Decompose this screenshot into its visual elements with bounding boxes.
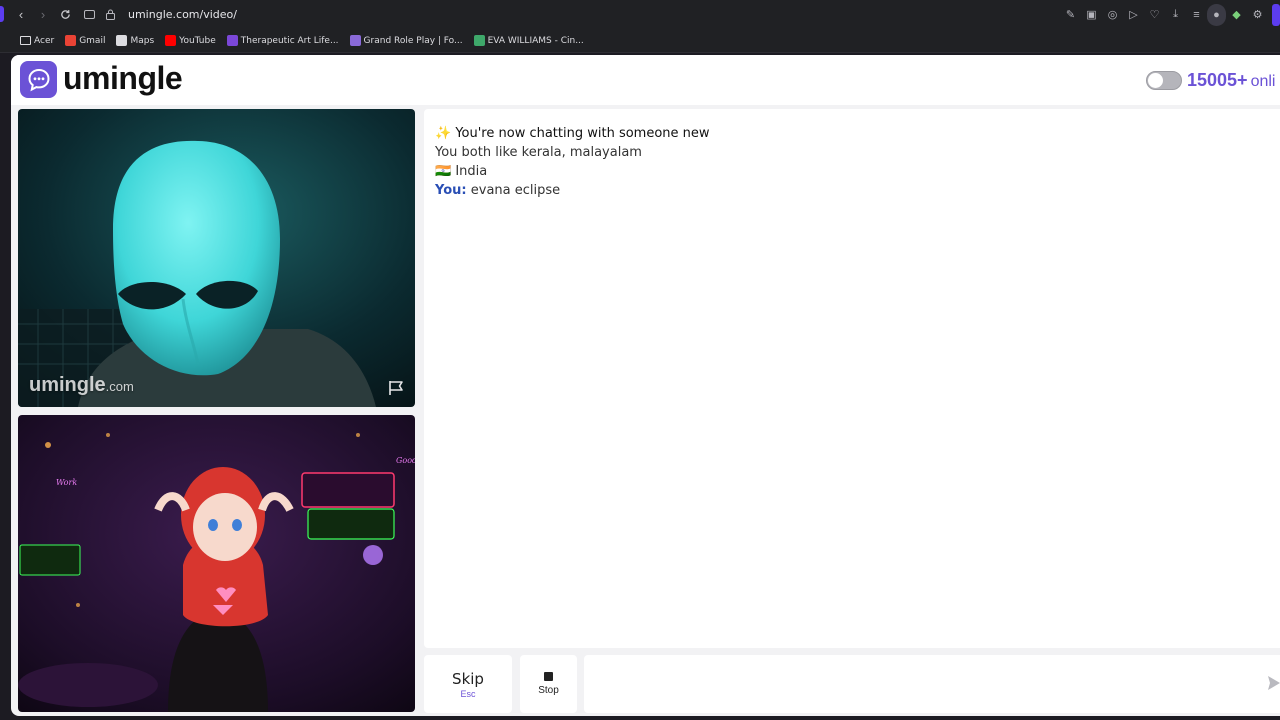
- site-icon: [226, 35, 238, 46]
- toggle-knob: [1148, 73, 1163, 88]
- toolbar-actions: ✎ ▣ ◎ ▷ ♡ ⤓ ≡ ● ◆ ⚙: [1060, 0, 1280, 29]
- bookmark-label: Maps: [130, 35, 155, 46]
- you-label: You:: [435, 183, 467, 198]
- back-button[interactable]: ‹: [10, 4, 32, 26]
- stop-icon: [544, 672, 553, 681]
- report-flag-icon[interactable]: [387, 379, 407, 397]
- edit-icon[interactable]: ✎: [1060, 4, 1081, 26]
- system-message: ✨ You're now chatting with someone new: [435, 124, 1273, 143]
- address-bar[interactable]: umingle.com/video/: [80, 4, 237, 26]
- bookmark-item[interactable]: EVA WILLIAMS - Cin...: [473, 35, 584, 46]
- bookmark-label: Therapeutic Art Life...: [240, 35, 339, 46]
- skip-button[interactable]: Skip Esc: [424, 655, 512, 713]
- theme-toggle[interactable]: [1146, 71, 1182, 90]
- url-text[interactable]: umingle.com/video/: [128, 8, 237, 21]
- heart-icon[interactable]: ♡: [1144, 4, 1165, 26]
- site-header: umingle 15005+ onli: [11, 55, 1280, 105]
- stop-label: Stop: [538, 685, 559, 696]
- india-flag-icon: 🇮🇳: [435, 164, 452, 179]
- country-text: India: [455, 164, 488, 179]
- forward-button[interactable]: ›: [32, 4, 54, 26]
- site-icon: [349, 35, 361, 46]
- chat-message-text: evana eclipse: [470, 183, 561, 198]
- watermark-suffix: .com: [105, 379, 134, 394]
- message-input[interactable]: [584, 655, 1280, 713]
- camera-icon[interactable]: ▣: [1081, 4, 1102, 26]
- chat-log: ✨ You're now chatting with someone new Y…: [424, 109, 1280, 648]
- skip-label: Skip: [452, 669, 484, 688]
- self-video[interactable]: Work Good: [18, 415, 415, 712]
- interests-message: You both like kerala, malayalam: [435, 145, 642, 160]
- online-count: 15005+ onli: [1187, 70, 1275, 91]
- bookmark-item[interactable]: Therapeutic Art Life...: [226, 35, 339, 46]
- bookmark-item[interactable]: YouTube: [165, 35, 216, 46]
- sidebar-edge: [0, 6, 4, 22]
- site-icon: [473, 35, 485, 46]
- sparkle-icon: ✨: [435, 126, 452, 141]
- browser-toolbar: ‹ › umingle.com/video/ ✎ ▣ ◎ ▷ ♡ ⤓ ≡ ● ◆…: [0, 0, 1280, 29]
- folder-icon: [20, 36, 31, 45]
- site-logo[interactable]: umingle: [63, 60, 183, 97]
- youtube-icon: [165, 35, 177, 46]
- umingle-page: umingle 15005+ onli umingle.com Work Goo…: [11, 55, 1280, 716]
- stranger-video-frame: [18, 109, 415, 407]
- bookmark-label: YouTube: [179, 35, 216, 46]
- play-icon[interactable]: ▷: [1123, 4, 1144, 26]
- system-message-text: You're now chatting with someone new: [455, 126, 710, 141]
- online-number: 15005+: [1187, 70, 1248, 90]
- bookmark-item[interactable]: Maps: [116, 35, 154, 46]
- extension-icon[interactable]: ◆: [1226, 4, 1247, 26]
- gmail-icon: [65, 35, 77, 46]
- profile-icon[interactable]: ●: [1207, 3, 1226, 26]
- neon-sign-right: Good: [396, 456, 415, 465]
- tab-icon: [80, 6, 98, 24]
- download-icon[interactable]: ⤓: [1165, 4, 1186, 26]
- send-icon[interactable]: [1267, 675, 1280, 691]
- bookmark-label: Acer: [34, 35, 55, 46]
- bookmark-item[interactable]: Gmail: [65, 35, 105, 46]
- stop-button[interactable]: Stop: [520, 655, 577, 713]
- neon-sign-left: Work: [56, 478, 77, 487]
- bookmarks-bar: Acer Gmail Maps YouTube Therapeutic Art Life…: [0, 29, 1280, 53]
- chat-message-self: You: evana eclipse: [435, 181, 1273, 200]
- self-video-frame: Work Good: [18, 415, 415, 712]
- reload-icon: [60, 10, 70, 19]
- umingle-watermark: umingle.com: [29, 374, 134, 397]
- bookmark-label: Grand Role Play | Fo...: [363, 35, 463, 46]
- stranger-video[interactable]: umingle.com: [18, 109, 415, 407]
- bookmark-item[interactable]: Acer: [20, 36, 54, 46]
- document-icon: [116, 35, 128, 46]
- shield-icon[interactable]: ◎: [1102, 4, 1123, 26]
- settings-icon[interactable]: ⚙: [1247, 4, 1268, 26]
- chat-bubble-icon[interactable]: [20, 61, 57, 98]
- sidebar-edge-right: [1272, 3, 1280, 26]
- skip-hint: Esc: [460, 688, 476, 699]
- reload-button[interactable]: [54, 4, 76, 26]
- lock-icon[interactable]: [101, 6, 119, 24]
- menu-icon[interactable]: ≡: [1186, 4, 1207, 26]
- bookmark-item[interactable]: Grand Role Play | Fo...: [349, 35, 463, 46]
- bookmark-label: EVA WILLIAMS - Cin...: [487, 35, 584, 46]
- bookmark-label: Gmail: [79, 35, 106, 46]
- online-label: onli: [1250, 73, 1276, 90]
- chat-controls: Skip Esc Stop: [424, 655, 585, 713]
- watermark-text: umingle: [29, 374, 106, 396]
- country-message: 🇮🇳 India: [435, 162, 1273, 181]
